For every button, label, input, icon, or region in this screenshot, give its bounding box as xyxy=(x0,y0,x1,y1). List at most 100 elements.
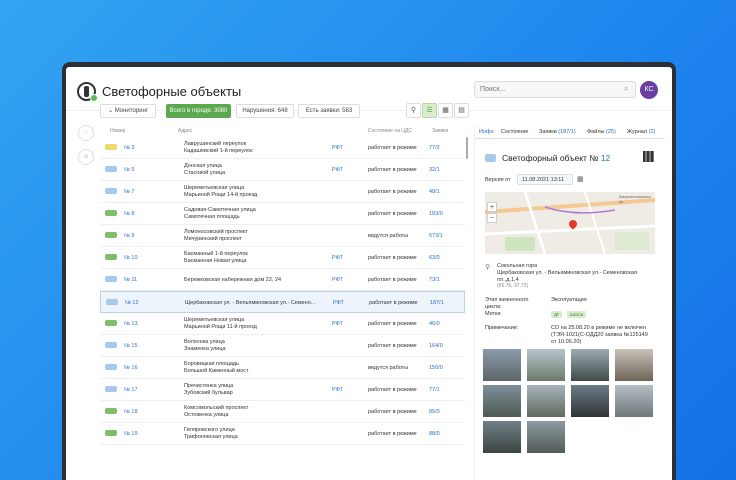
table-row[interactable]: № 12 Щербаковская ул. - Вельяминовская ул… xyxy=(100,291,465,313)
requests-link[interactable]: 187/1 xyxy=(430,300,444,306)
qr-code-icon[interactable] xyxy=(643,151,654,162)
object-number-link[interactable]: № 9 xyxy=(124,233,135,239)
calendar-icon[interactable]: ▦ xyxy=(577,175,584,183)
table-row[interactable]: № 9 Ломоносовский проспект Мичуринский про… xyxy=(100,225,465,247)
object-number-link[interactable]: № 15 xyxy=(124,343,138,349)
total-filter-button[interactable]: Всего в городе: 3080 xyxy=(166,104,231,118)
object-number-link[interactable]: № 7 xyxy=(124,189,135,195)
table-row[interactable]: № 13 Шереметьевская улица Марьиной Рощи 11… xyxy=(100,313,465,335)
object-number-link[interactable]: № 18 xyxy=(124,409,138,415)
object-number-link[interactable]: № 8 xyxy=(124,211,135,217)
requests-link[interactable]: 32/1 xyxy=(429,167,440,173)
monitoring-filter[interactable]: ⌄ Мониторинг xyxy=(100,104,156,118)
type-link[interactable]: РФТ xyxy=(332,321,343,327)
object-number-link[interactable]: № 5 xyxy=(124,167,135,173)
avatar[interactable]: КС xyxy=(640,81,658,99)
photo-thumbnail[interactable] xyxy=(483,385,521,417)
tab-files[interactable]: Файлы (25) xyxy=(587,129,616,135)
version-select[interactable]: 11.08.2021 13:11 xyxy=(517,174,573,185)
column-header[interactable]: Адрес xyxy=(178,128,192,134)
requests-link[interactable]: 673/1 xyxy=(429,233,443,239)
type-link[interactable]: РФТ xyxy=(332,167,343,173)
column-header[interactable]: Состояние на ЦДС xyxy=(368,128,412,134)
state-text: работает в режиме xyxy=(369,300,418,306)
address: Боровицкая площадь Большой Каменный мост xyxy=(184,361,249,374)
object-number-link[interactable]: № 3 xyxy=(124,145,135,151)
requests-link[interactable]: 88/0 xyxy=(429,431,440,437)
search-icon[interactable]: ⌕ xyxy=(624,84,628,94)
location-map[interactable]: + − Шереметьевская ул. xyxy=(485,192,655,254)
trash-icon[interactable]: ⌂ xyxy=(78,149,94,165)
table-row[interactable]: № 10 Басманный 1-й переулок Басманная Нова… xyxy=(100,247,465,269)
status-badge xyxy=(105,254,117,260)
table-row[interactable]: № 8 Садовая-Самотечная улица Самотечная пл… xyxy=(100,203,465,225)
state-text: ведутся работы xyxy=(368,365,409,371)
type-link[interactable]: РФТ xyxy=(332,255,343,261)
zoom-in-button[interactable]: + xyxy=(487,202,497,212)
table-row[interactable]: № 11 Бережковская набережная дом 22, 24 РФ… xyxy=(100,269,465,291)
photo-thumbnail[interactable] xyxy=(527,349,565,381)
column-header[interactable]: Номер xyxy=(110,128,125,134)
requests-link[interactable]: 77/1 xyxy=(429,387,440,393)
photo-thumbnail[interactable] xyxy=(571,349,609,381)
requests-link[interactable]: 150/0 xyxy=(429,365,443,371)
table-row[interactable]: № 16 Боровицкая площадь Большой Каменный м… xyxy=(100,357,465,379)
photo-thumbnail[interactable] xyxy=(527,421,565,453)
object-number-link[interactable]: № 17 xyxy=(124,387,138,393)
requests-link[interactable]: 48/1 xyxy=(429,189,440,195)
object-number-link[interactable]: № 12 xyxy=(125,300,139,306)
grid-icon[interactable]: ▤ xyxy=(454,103,469,118)
object-number-link[interactable]: № 10 xyxy=(124,255,138,261)
scrollbar[interactable] xyxy=(466,137,468,159)
object-number-link[interactable]: № 11 xyxy=(124,277,137,283)
table-row[interactable]: № 18 Комсомольский проспект Остоженка улиц… xyxy=(100,401,465,423)
table-row[interactable]: № 7 Шереметьевская улица Марьиной Рощи 14-… xyxy=(100,181,465,203)
requests-link[interactable]: 46/0 xyxy=(429,321,440,327)
type-link[interactable]: РФТ xyxy=(333,300,344,306)
photo-thumbnail[interactable] xyxy=(483,421,521,453)
tab-state[interactable]: Состояние xyxy=(501,129,528,135)
app-window: Светофорные объекты ⌕ КС ⌄ Мониторинг Вс… xyxy=(66,67,672,480)
column-header[interactable]: Заявки xyxy=(432,128,448,134)
type-link[interactable]: РФТ xyxy=(332,387,343,393)
table-row[interactable]: № 3 Лаврушинский переулок Кадашевский 1-й … xyxy=(100,137,465,159)
type-link[interactable]: РФТ xyxy=(332,277,343,283)
photo-thumbnail[interactable] xyxy=(527,385,565,417)
state-text: работает в режиме xyxy=(368,167,417,173)
table-row[interactable]: № 17 Пречистенка улица Зубовский бульвар РФ… xyxy=(100,379,465,401)
requests-link[interactable]: 73/1 xyxy=(429,277,440,283)
requests-link[interactable]: 164/0 xyxy=(429,343,443,349)
object-number-link[interactable]: № 16 xyxy=(124,365,138,371)
object-number-link[interactable]: № 13 xyxy=(124,321,138,327)
status-badge xyxy=(106,299,118,305)
requests-link[interactable]: 77/2 xyxy=(429,145,440,151)
search-input[interactable] xyxy=(474,81,636,98)
requests-link[interactable]: 63/0 xyxy=(429,255,440,261)
requests-link[interactable]: 183/0 xyxy=(429,211,443,217)
map-pin-icon[interactable]: ⚲ xyxy=(406,103,421,118)
address: Шереметьевская улица Марьиной Рощи 11-й п… xyxy=(184,317,257,330)
tab-requests[interactable]: Заявки (187/1) xyxy=(539,129,576,135)
object-number-link[interactable]: № 19 xyxy=(124,431,138,437)
tab-journal[interactable]: Журнал (2) xyxy=(627,129,655,135)
details-tabs: Инфо Состояние Заявки (187/1) Файлы (25)… xyxy=(475,125,665,139)
table-row[interactable]: № 5 Донская улица Стасовой улица РФТ работае… xyxy=(100,159,465,181)
requests-link[interactable]: 85/0 xyxy=(429,409,440,415)
photo-thumbnail[interactable] xyxy=(615,349,653,381)
table-row[interactable]: № 19 Гиляровского улица Трифоновская улица… xyxy=(100,423,465,445)
address: Комсомольский проспект Остоженка улица xyxy=(184,405,249,418)
photo-thumbnail[interactable] xyxy=(483,349,521,381)
tab-info[interactable]: Инфо xyxy=(479,129,494,135)
grid-icon[interactable]: ▦ xyxy=(438,103,453,118)
violations-filter-button[interactable]: Нарушения: 648 xyxy=(236,104,294,118)
zoom-out-button[interactable]: − xyxy=(487,213,497,223)
chat-icon[interactable]: ◌ xyxy=(78,125,94,141)
type-link[interactable]: РФТ xyxy=(332,145,343,151)
address: Пречистенка улица Зубовский бульвар xyxy=(184,383,234,396)
state-text: работает в режиме xyxy=(368,189,417,195)
photo-thumbnail[interactable] xyxy=(615,385,653,417)
table-row[interactable]: № 15 Волхонка улица Знаменка улица работает… xyxy=(100,335,465,357)
photo-thumbnail[interactable] xyxy=(571,385,609,417)
requests-filter-button[interactable]: Есть заявки: 583 xyxy=(298,104,360,118)
list-icon[interactable]: ☰ xyxy=(422,103,437,118)
